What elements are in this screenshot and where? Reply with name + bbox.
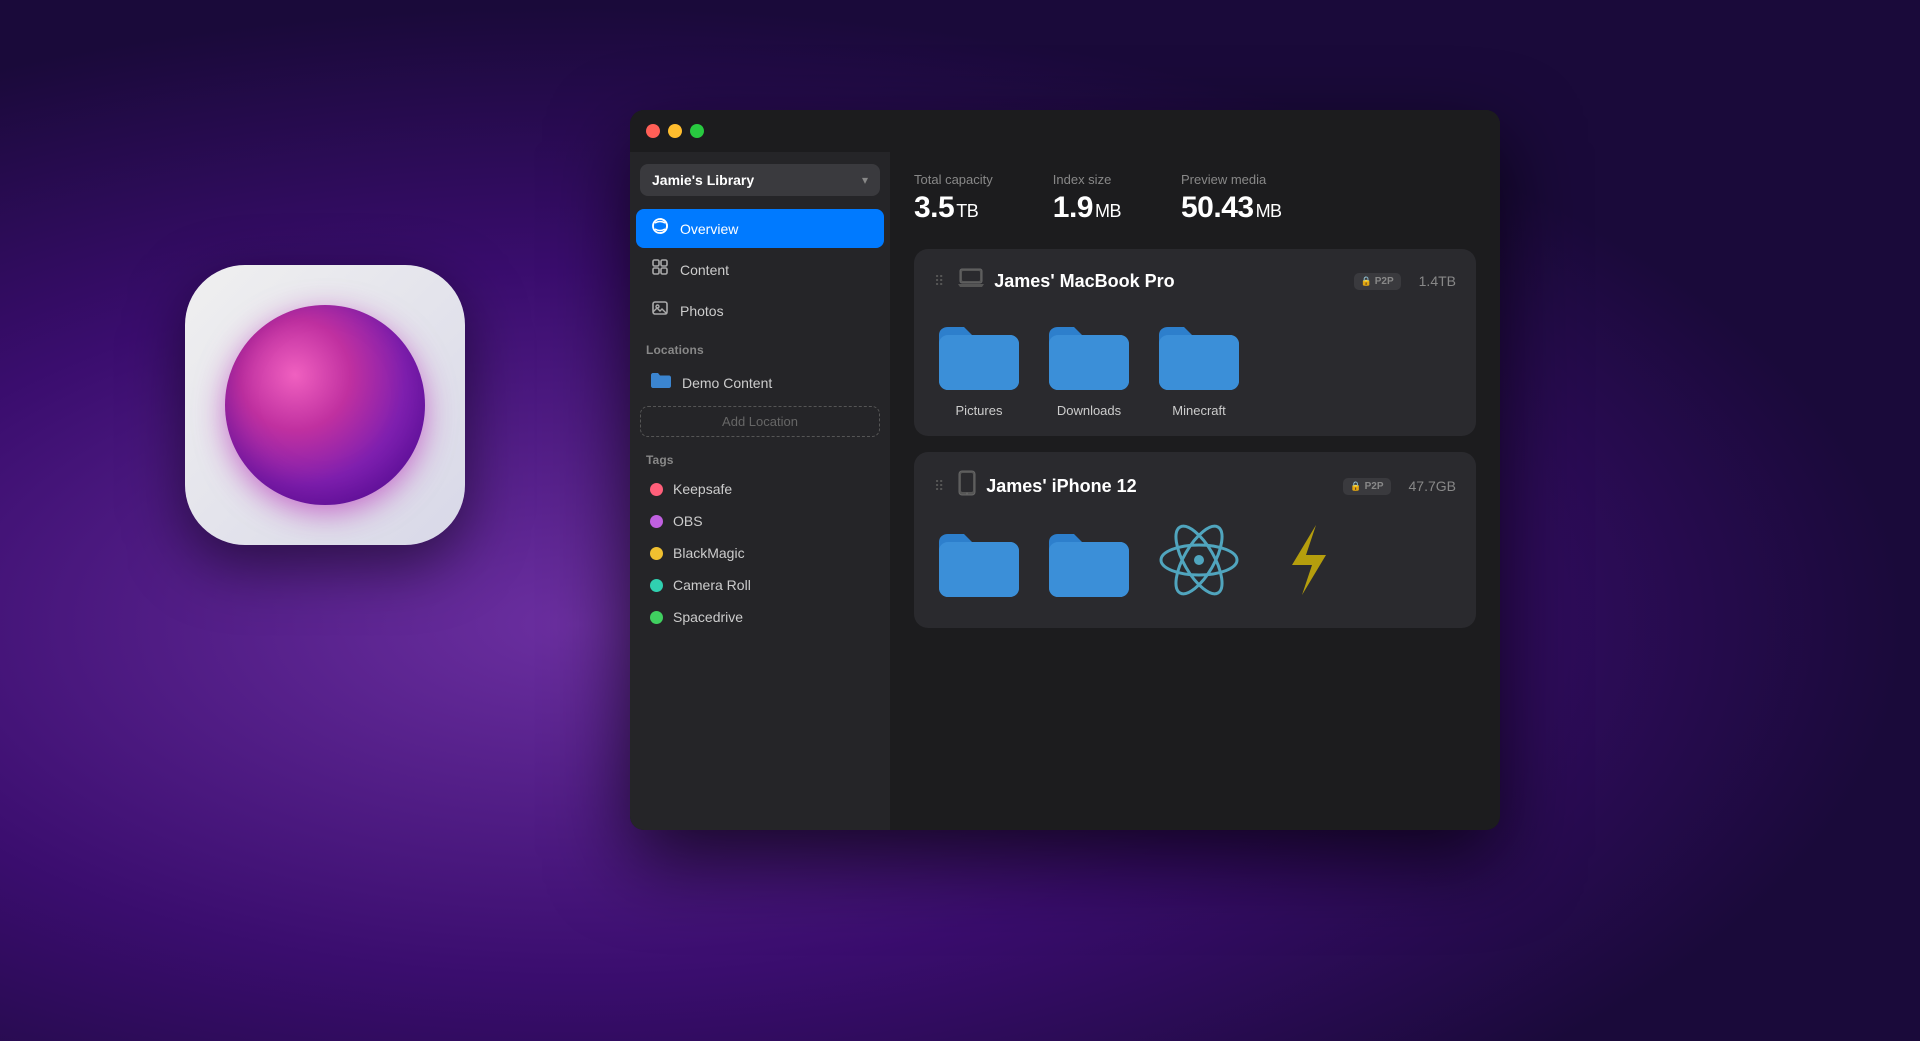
camera-roll-dot bbox=[650, 579, 663, 592]
iphone-folder-icon-1 bbox=[934, 520, 1024, 600]
iphone-folder-grid bbox=[934, 520, 1456, 610]
tag-item-camera-roll[interactable]: Camera Roll bbox=[636, 570, 884, 600]
iphone-react-icon[interactable] bbox=[1154, 520, 1244, 610]
sidebar-item-overview[interactable]: Overview bbox=[636, 209, 884, 248]
stat-preview-media: Preview media 50.43MB bbox=[1181, 172, 1282, 225]
folder-item-pictures[interactable]: Pictures bbox=[934, 313, 1024, 418]
iphone-icon bbox=[958, 470, 976, 502]
tag-item-spacedrive[interactable]: Spacedrive bbox=[636, 602, 884, 632]
device-card-iphone: ⠿ James' iPhone 12 🔒 P2P 47.7GB bbox=[914, 452, 1476, 628]
overview-label: Overview bbox=[680, 221, 738, 237]
tag-item-keepsafe[interactable]: Keepsafe bbox=[636, 474, 884, 504]
window-body: Jamie's Library ▾ Overview bbox=[630, 152, 1500, 830]
chevron-down-icon: ▾ bbox=[862, 173, 868, 187]
iphone-folder-2[interactable] bbox=[1044, 520, 1134, 610]
main-window: Jamie's Library ▾ Overview bbox=[630, 110, 1500, 830]
keepsafe-dot bbox=[650, 483, 663, 496]
sidebar: Jamie's Library ▾ Overview bbox=[630, 152, 890, 830]
photos-icon bbox=[650, 299, 670, 322]
react-icon bbox=[1154, 520, 1244, 600]
macbook-size: 1.4TB bbox=[1419, 273, 1456, 289]
lock-icon-macbook: 🔒 bbox=[1361, 276, 1372, 287]
content-icon bbox=[650, 258, 670, 281]
iphone-folder-1[interactable] bbox=[934, 520, 1024, 610]
close-button[interactable] bbox=[646, 124, 660, 138]
sidebar-item-photos[interactable]: Photos bbox=[636, 291, 884, 330]
drag-handle-iphone[interactable]: ⠿ bbox=[934, 478, 944, 495]
blackmagic-dot bbox=[650, 547, 663, 560]
obs-dot bbox=[650, 515, 663, 528]
stat-total-capacity: Total capacity 3.5TB bbox=[914, 172, 993, 225]
overview-icon bbox=[650, 217, 670, 240]
iphone-bolt-icon[interactable] bbox=[1264, 520, 1354, 610]
device-header-iphone: ⠿ James' iPhone 12 🔒 P2P 47.7GB bbox=[934, 470, 1456, 502]
folder-icon bbox=[650, 371, 672, 394]
folder-item-minecraft[interactable]: Minecraft bbox=[1154, 313, 1244, 418]
pictures-folder-icon bbox=[934, 313, 1024, 393]
p2p-badge-iphone: 🔒 P2P bbox=[1343, 478, 1390, 495]
minecraft-folder-icon bbox=[1154, 313, 1244, 393]
main-content: Total capacity 3.5TB Index size 1.9MB Pr… bbox=[890, 152, 1500, 830]
iphone-size: 47.7GB bbox=[1409, 478, 1456, 494]
macbook-name: James' MacBook Pro bbox=[994, 271, 1343, 292]
p2p-badge-macbook: 🔒 P2P bbox=[1354, 273, 1401, 290]
iphone-name: James' iPhone 12 bbox=[986, 476, 1333, 497]
library-label: Jamie's Library bbox=[652, 172, 754, 188]
blackmagic-label: BlackMagic bbox=[673, 545, 745, 561]
folder-item-downloads[interactable]: Downloads bbox=[1044, 313, 1134, 418]
preview-media-label: Preview media bbox=[1181, 172, 1282, 187]
keepsafe-label: Keepsafe bbox=[673, 481, 732, 497]
macbook-icon bbox=[958, 267, 984, 295]
device-card-macbook: ⠿ James' MacBook Pro 🔒 P2P 1.4TB bbox=[914, 249, 1476, 436]
location-demo-content-label: Demo Content bbox=[682, 375, 772, 391]
obs-label: OBS bbox=[673, 513, 703, 529]
camera-roll-label: Camera Roll bbox=[673, 577, 751, 593]
app-icon-container bbox=[185, 265, 465, 545]
pictures-label: Pictures bbox=[956, 403, 1003, 418]
traffic-lights bbox=[646, 124, 704, 138]
library-dropdown[interactable]: Jamie's Library ▾ bbox=[640, 164, 880, 196]
minecraft-label: Minecraft bbox=[1172, 403, 1225, 418]
spacedrive-dot bbox=[650, 611, 663, 624]
downloads-label: Downloads bbox=[1057, 403, 1121, 418]
total-capacity-value: 3.5TB bbox=[914, 191, 993, 225]
content-label: Content bbox=[680, 262, 729, 278]
add-location-button[interactable]: Add Location bbox=[640, 406, 880, 437]
app-icon bbox=[185, 265, 465, 545]
index-size-value: 1.9MB bbox=[1053, 191, 1121, 225]
tag-item-blackmagic[interactable]: BlackMagic bbox=[636, 538, 884, 568]
title-bar bbox=[630, 110, 1500, 152]
drag-handle-macbook[interactable]: ⠿ bbox=[934, 273, 944, 290]
add-location-label: Add Location bbox=[722, 414, 798, 429]
preview-media-value: 50.43MB bbox=[1181, 191, 1282, 225]
stats-row: Total capacity 3.5TB Index size 1.9MB Pr… bbox=[914, 172, 1476, 225]
downloads-folder-icon bbox=[1044, 313, 1134, 393]
locations-section-label: Locations bbox=[630, 331, 890, 363]
index-size-label: Index size bbox=[1053, 172, 1121, 187]
minimize-button[interactable] bbox=[668, 124, 682, 138]
total-capacity-label: Total capacity bbox=[914, 172, 993, 187]
iphone-folder-icon-2 bbox=[1044, 520, 1134, 600]
stat-index-size: Index size 1.9MB bbox=[1053, 172, 1121, 225]
bolt-icon bbox=[1264, 520, 1354, 600]
tags-section-label: Tags bbox=[630, 441, 890, 473]
macbook-folder-grid: Pictures Downloads bbox=[934, 313, 1456, 418]
device-header-macbook: ⠿ James' MacBook Pro 🔒 P2P 1.4TB bbox=[934, 267, 1456, 295]
spacedrive-label: Spacedrive bbox=[673, 609, 743, 625]
maximize-button[interactable] bbox=[690, 124, 704, 138]
lock-icon-iphone: 🔒 bbox=[1350, 481, 1361, 492]
location-item-demo-content[interactable]: Demo Content bbox=[636, 364, 884, 401]
app-icon-orb bbox=[225, 305, 425, 505]
photos-label: Photos bbox=[680, 303, 724, 319]
sidebar-item-content[interactable]: Content bbox=[636, 250, 884, 289]
tag-item-obs[interactable]: OBS bbox=[636, 506, 884, 536]
